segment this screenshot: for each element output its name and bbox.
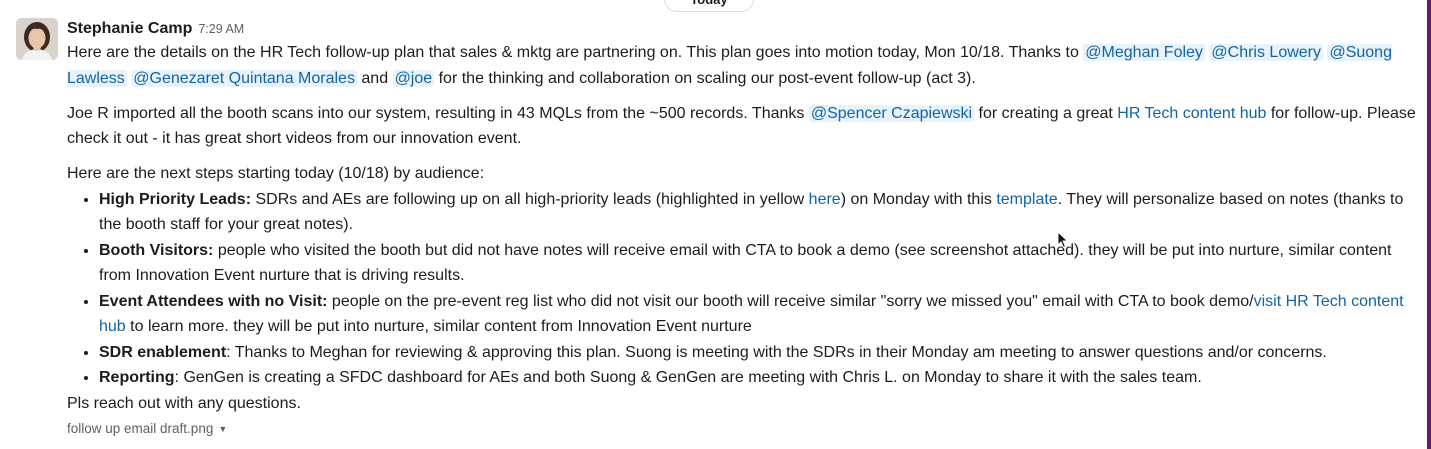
mention-joe[interactable]: @joe: [392, 69, 435, 87]
text-segment: Here are the details on the HR Tech foll…: [67, 44, 1079, 61]
bullet-heading: Booth Visitors:: [99, 241, 214, 259]
bullet-heading: High Priority Leads:: [99, 190, 252, 208]
list-item-reporting: Reporting: GenGen is creating a SFDC das…: [99, 365, 1417, 391]
text-segment: people who visited the booth but did not…: [99, 241, 1392, 285]
mention-meghan-foley[interactable]: @Meghan Foley: [1083, 44, 1205, 61]
text-segment: ) on Monday with this: [840, 190, 997, 208]
window-edge-rail: [1427, 0, 1431, 449]
next-steps-intro: Here are the next steps starting today (…: [67, 165, 485, 182]
attachment-toggle[interactable]: follow up email draft.png ▼: [67, 418, 1417, 440]
list-item-high-priority-leads: High Priority Leads: SDRs and AEs are fo…: [99, 187, 1417, 238]
caret-down-icon[interactable]: ▼: [218, 424, 227, 434]
text-segment: people on the pre-event reg list who did…: [327, 292, 1254, 310]
next-steps-list: High Priority Leads: SDRs and AEs are fo…: [67, 187, 1417, 391]
text-segment: SDRs and AEs are following up on all hig…: [251, 190, 809, 208]
text-segment: for the thinking and collaboration on sc…: [438, 69, 976, 87]
message: Stephanie Camp 7:29 AM Here are the detai…: [67, 18, 1417, 440]
mention-spencer-czapiewski[interactable]: @Spencer Czapiewski: [808, 104, 975, 122]
avatar-portrait-icon: [16, 18, 58, 60]
message-header: Stephanie Camp 7:29 AM: [67, 18, 1417, 40]
text-segment: : Thanks to Meghan for reviewing & appro…: [226, 343, 1327, 361]
closing-line: Pls reach out with any questions.: [67, 394, 301, 412]
message-timestamp[interactable]: 7:29 AM: [198, 22, 244, 36]
text-segment: to learn more. they will be put into nur…: [125, 318, 752, 335]
link-here[interactable]: here: [809, 191, 841, 208]
text-segment: Joe R imported all the booth scans into …: [67, 104, 805, 122]
list-item-event-attendees: Event Attendees with no Visit: people on…: [99, 289, 1417, 340]
text-segment: and: [361, 69, 389, 87]
mouse-pointer-icon: [1057, 231, 1069, 249]
avatar[interactable]: [16, 18, 58, 60]
mention-genezaret-quintana-morales[interactable]: @Genezaret Quintana Morales: [131, 69, 357, 87]
text-segment: for creating a great: [978, 104, 1113, 122]
list-item-booth-visitors: Booth Visitors: people who visited the b…: [99, 238, 1417, 289]
mention-chris-lowery[interactable]: @Chris Lowery: [1209, 44, 1323, 61]
message-paragraph-2: Joe R imported all the booth scans into …: [67, 101, 1417, 152]
list-item-sdr-enablement: SDR enablement: Thanks to Meghan for rev…: [99, 340, 1417, 366]
bullet-heading: Reporting: [99, 369, 175, 386]
message-paragraph-1: Here are the details on the HR Tech foll…: [67, 40, 1417, 91]
sender-name[interactable]: Stephanie Camp: [67, 20, 192, 37]
link-hr-tech-content-hub[interactable]: HR Tech content hub: [1117, 105, 1266, 122]
day-divider[interactable]: Today: [664, 0, 754, 12]
attachment-filename[interactable]: follow up email draft.png: [67, 421, 213, 436]
text-segment: : GenGen is creating a SFDC dashboard fo…: [174, 369, 1202, 386]
bullet-heading: Event Attendees with no Visit:: [99, 292, 328, 310]
link-template[interactable]: template: [996, 191, 1057, 208]
bullet-heading: SDR enablement: [99, 343, 227, 361]
